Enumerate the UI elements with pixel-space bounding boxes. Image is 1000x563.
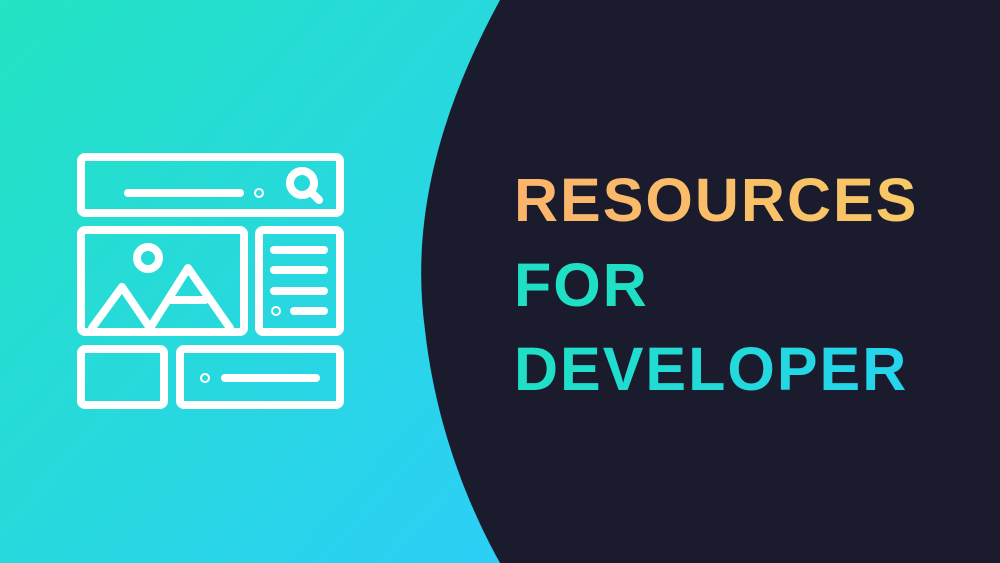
headline-line-1: RESOURCES — [514, 166, 919, 234]
headline-line-2: FOR — [514, 251, 649, 319]
background — [0, 0, 500, 563]
gradient-panel — [0, 0, 500, 563]
headline-line-3: DEVELOPER — [514, 335, 909, 403]
